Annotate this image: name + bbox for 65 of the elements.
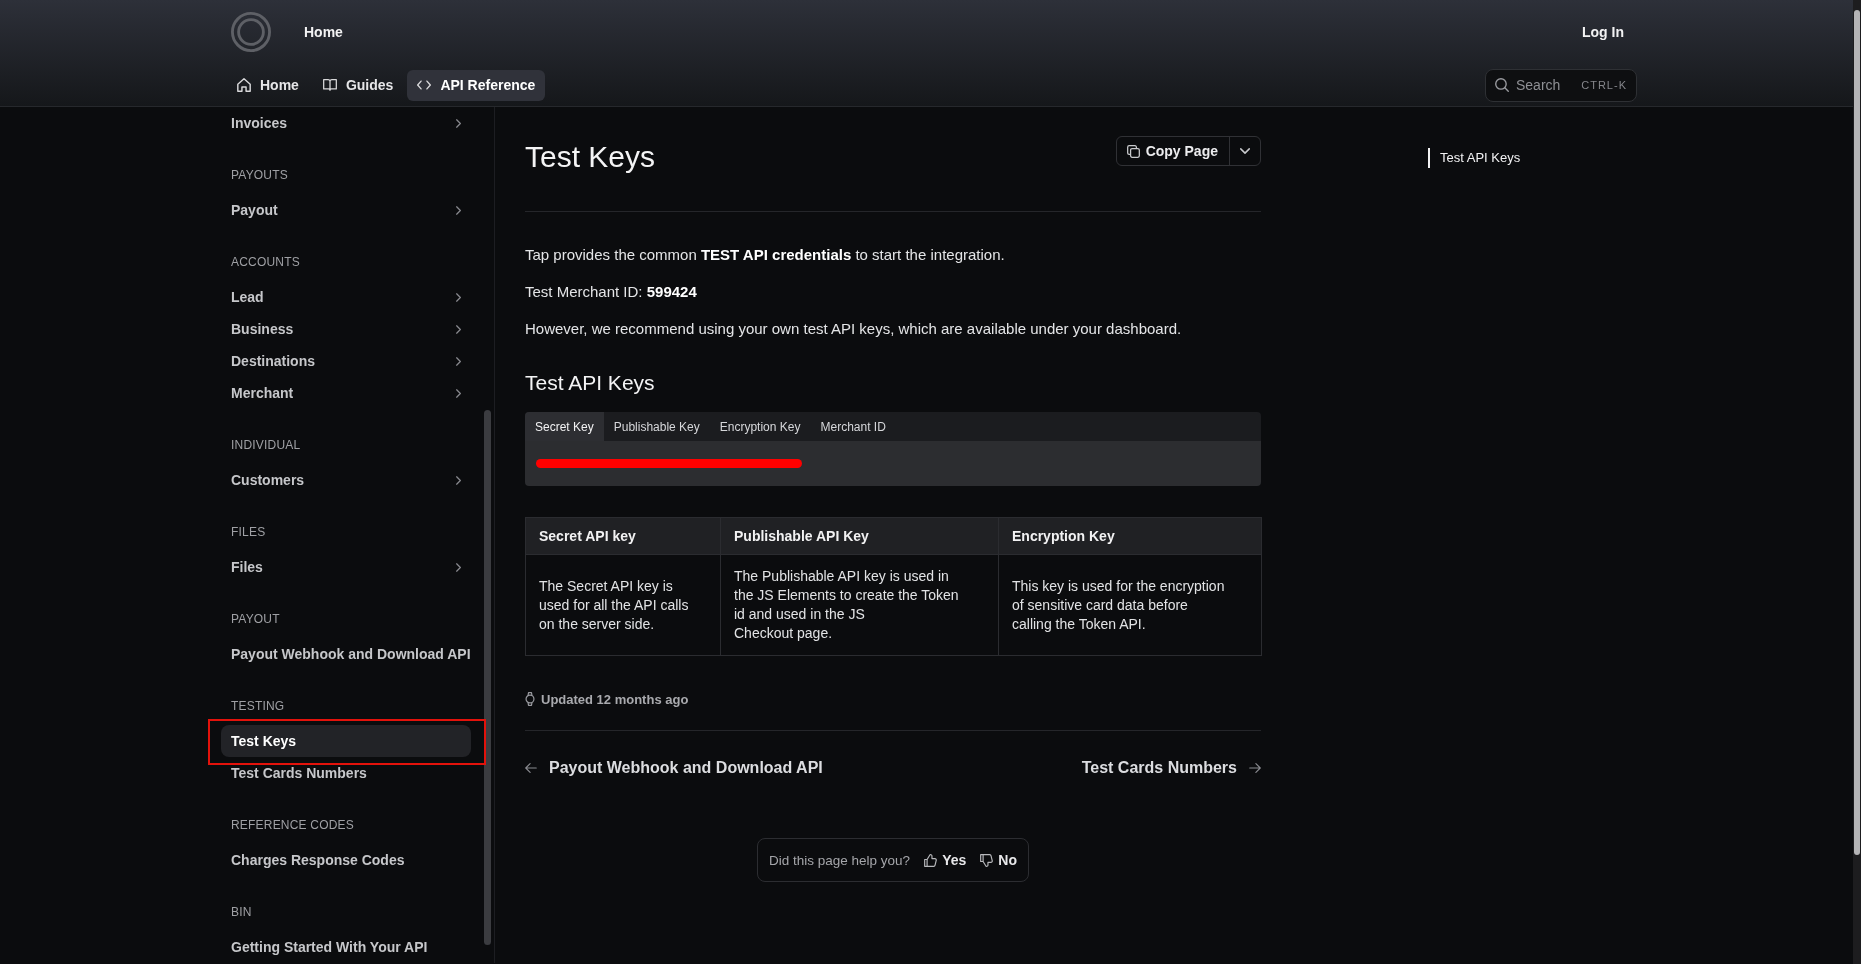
- scrollbar-thumb[interactable]: [484, 410, 491, 945]
- sidebar-item[interactable]: Test Keys: [221, 725, 471, 757]
- book-icon: [322, 78, 337, 92]
- yes-button[interactable]: Yes: [924, 852, 967, 868]
- home-icon: [237, 78, 251, 92]
- copy-icon: [1126, 144, 1140, 158]
- page-title: Test Keys: [525, 139, 656, 175]
- code-icon: [417, 78, 432, 92]
- section-heading: PAYOUTS: [230, 167, 289, 183]
- section-title: Test API Keys: [525, 370, 656, 396]
- keyboard-shortcut: CTRL-K: [1581, 79, 1627, 91]
- sidebar-item[interactable]: Destinations: [221, 345, 471, 377]
- code-tab[interactable]: Secret Key: [525, 412, 604, 441]
- table-cell: The Secret API key is used for all the API calls on the server side.: [525, 554, 721, 656]
- search-box[interactable]: Search CTRL-K: [1485, 68, 1637, 102]
- sidebar-item[interactable]: Lead: [221, 281, 471, 313]
- chevron-down-icon: [1240, 148, 1250, 154]
- thumbs-down-icon: [980, 853, 994, 867]
- table-header-cell: Publishable API Key: [720, 517, 999, 555]
- login-link[interactable]: Log In: [1582, 24, 1624, 40]
- nav-tab[interactable]: Home: [227, 69, 309, 101]
- section-heading: INDIVIDUAL: [230, 437, 302, 453]
- table-cell: This key is used for the encryption of sensitive card data before calling the Token API.: [998, 554, 1262, 656]
- no-button[interactable]: No: [980, 852, 1017, 868]
- sidebar-item[interactable]: Test Cards Numbers: [221, 757, 471, 789]
- sidebar-item[interactable]: Invoices: [221, 107, 471, 139]
- scrollbar-thumb[interactable]: [1854, 10, 1860, 855]
- sidebar-item[interactable]: Payout Webhook and Download API: [221, 638, 471, 670]
- paragraph: However, we recommend using your own test API keys, which are available under your dashboard.: [525, 319, 1183, 339]
- section-heading: BIN: [230, 904, 253, 920]
- section-heading: PAYOUT: [230, 611, 281, 627]
- nav-tab[interactable]: Guides: [312, 69, 404, 101]
- thumbs-up-icon: [924, 853, 938, 867]
- sidebar-item[interactable]: Files: [221, 551, 471, 583]
- sidebar-item[interactable]: Getting Started With Your API: [221, 931, 471, 963]
- previous-page-link[interactable]: Payout Webhook and Download API: [525, 759, 823, 777]
- section-heading: FILES: [230, 524, 267, 540]
- nav-tab[interactable]: API Reference: [407, 69, 546, 101]
- table-header-cell: Encryption Key: [998, 517, 1262, 555]
- table-header-cell: Secret API key: [525, 517, 721, 555]
- section-heading: ACCOUNTS: [230, 254, 301, 270]
- home-link[interactable]: Home: [304, 24, 343, 40]
- next-page-link[interactable]: Test Cards Numbers: [1081, 759, 1261, 777]
- search-icon: [1495, 78, 1509, 92]
- table-cell: The Publishable API key is used in the JS Elements to create the Token id and used in the JS Checkout page.: [720, 554, 999, 656]
- search-field[interactable]: Search: [1516, 77, 1566, 93]
- logo-icon[interactable]: [231, 12, 271, 52]
- arrow-left-icon: [525, 763, 537, 773]
- feedback-question: Did this page help you?: [769, 852, 911, 868]
- paragraph: Test Merchant ID: 599424: [525, 282, 698, 302]
- toc-link[interactable]: Test API Keys: [1428, 148, 1521, 168]
- code-tab[interactable]: Encryption Key: [709, 412, 811, 441]
- section-heading: TESTING: [230, 698, 286, 714]
- code-tab[interactable]: Publishable Key: [603, 412, 710, 441]
- sidebar-item[interactable]: Customers: [221, 464, 471, 496]
- sidebar-item[interactable]: Business: [221, 313, 471, 345]
- sidebar-item[interactable]: Merchant: [221, 377, 471, 409]
- sidebar-item[interactable]: Payout: [221, 194, 471, 226]
- paragraph: Tap provides the common TEST API credentials to start the integration.: [525, 245, 1006, 265]
- sidebar-item[interactable]: Charges Response Codes: [221, 844, 471, 876]
- section-heading: REFERENCE CODES: [230, 817, 356, 833]
- watch-icon: [525, 692, 535, 706]
- arrow-right-icon: [1249, 763, 1261, 773]
- updated-label: Updated 12 months ago: [541, 691, 689, 707]
- code-tab[interactable]: Merchant ID: [810, 412, 896, 441]
